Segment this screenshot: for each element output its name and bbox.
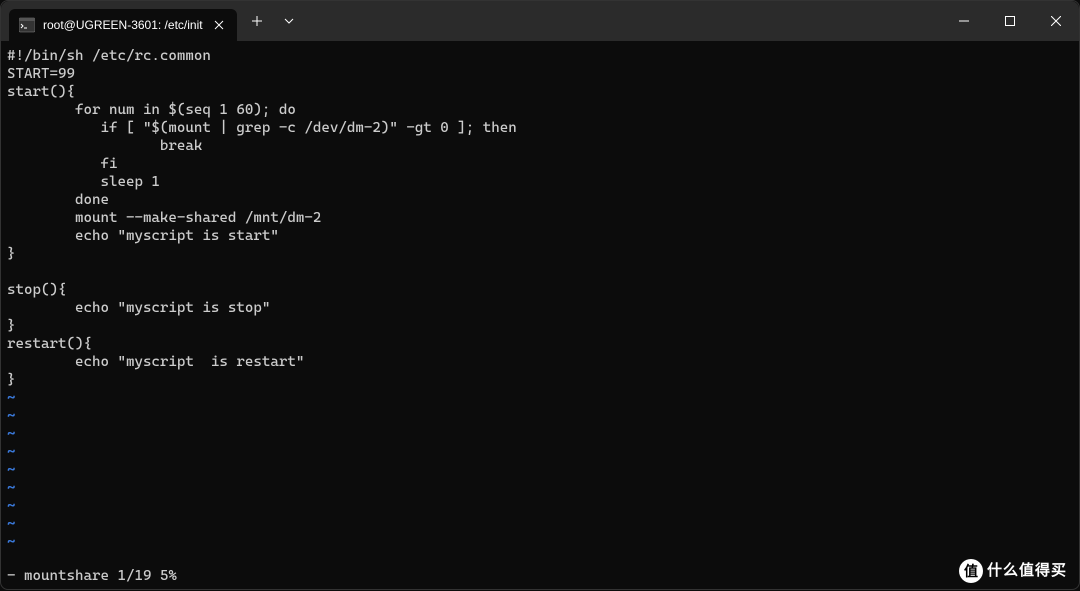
tab-title: root@UGREEN-3601: /etc/init <box>43 18 203 32</box>
maximize-button[interactable] <box>987 1 1033 41</box>
editor-empty-lines: ~ ~ ~ ~ ~ ~ ~ ~ ~ <box>7 389 1073 551</box>
title-bar: root@UGREEN-3601: /etc/init <box>1 1 1079 41</box>
editor-code: #!/bin/sh /etc/rc.common START=99 start(… <box>7 47 1073 389</box>
terminal-tab[interactable]: root@UGREEN-3601: /etc/init <box>9 9 237 41</box>
terminal-content[interactable]: #!/bin/sh /etc/rc.common START=99 start(… <box>1 41 1079 591</box>
minimize-button[interactable] <box>941 1 987 41</box>
tab-area: root@UGREEN-3601: /etc/init <box>1 1 941 41</box>
watermark: 值 什么值得买 <box>959 559 1067 583</box>
new-tab-button[interactable] <box>241 5 273 37</box>
watermark-badge-icon: 值 <box>959 559 983 583</box>
editor-status-line: - mountshare 1/19 5% <box>7 567 177 585</box>
tab-dropdown-button[interactable] <box>273 5 305 37</box>
watermark-text: 什么值得买 <box>987 562 1067 580</box>
close-window-button[interactable] <box>1033 1 1079 41</box>
window-controls <box>941 1 1079 41</box>
terminal-icon <box>19 17 35 33</box>
tab-close-button[interactable] <box>211 17 227 33</box>
